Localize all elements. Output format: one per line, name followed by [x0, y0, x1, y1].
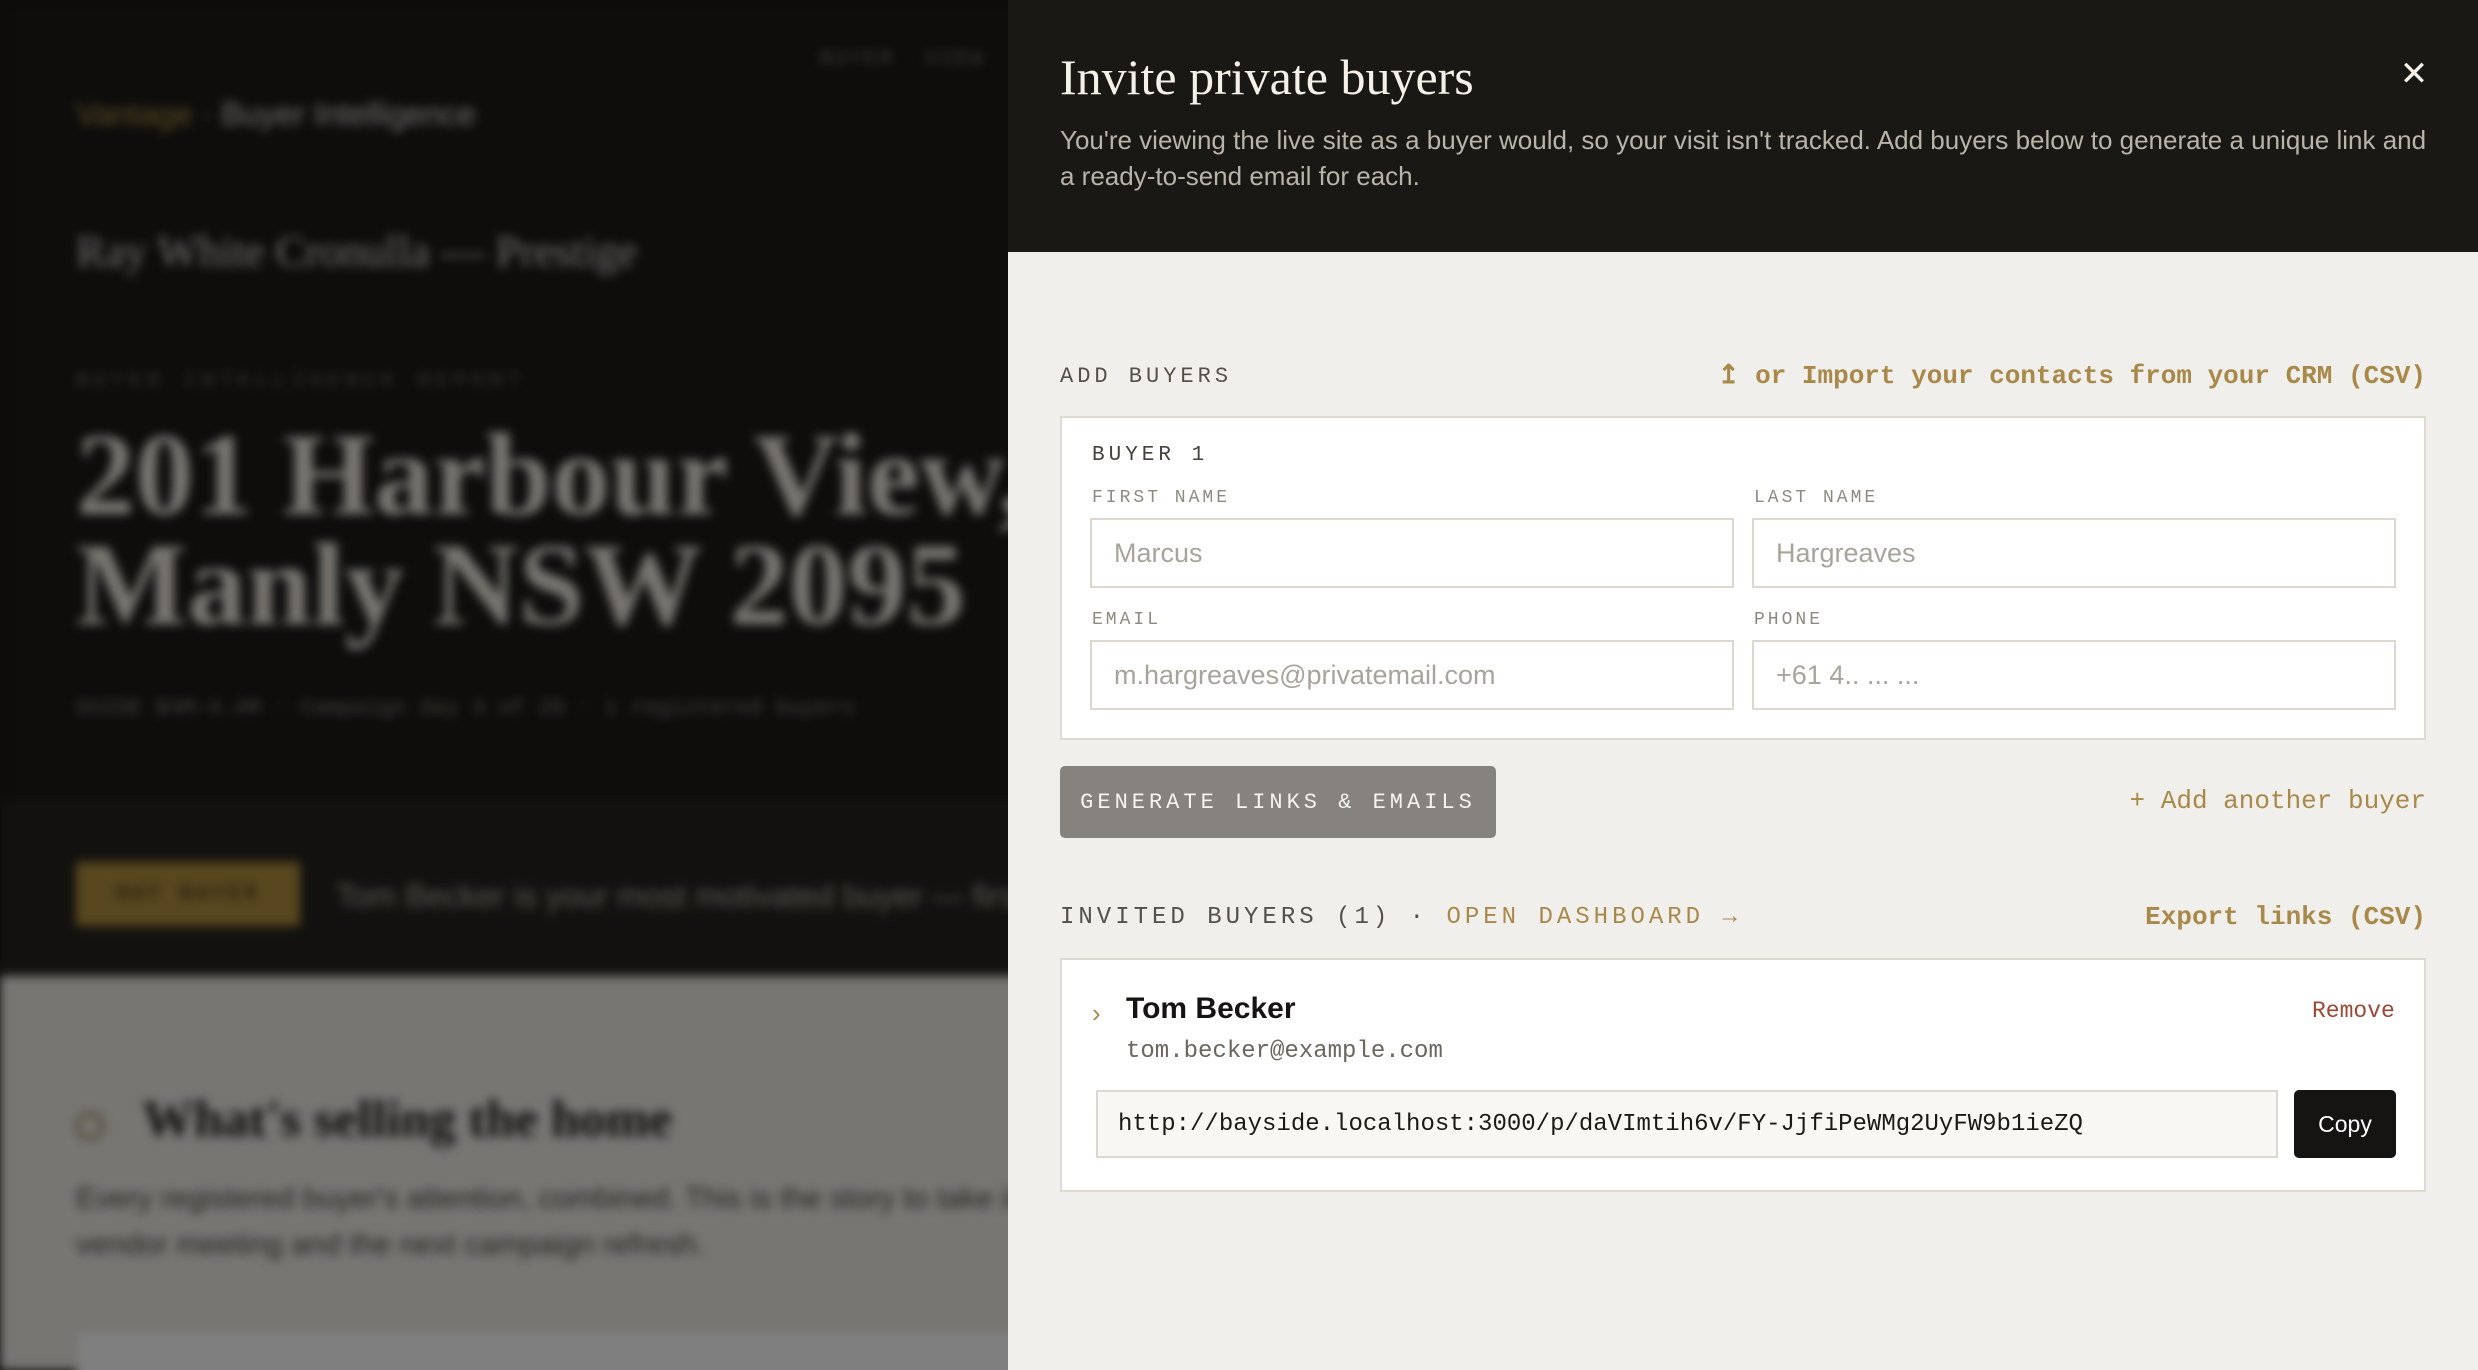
- invited-buyers-heading: INVITED BUYERS (1) · OPEN DASHBOARD →: [1060, 904, 1741, 931]
- email-field[interactable]: m.hargreaves@privatemail.com: [1090, 640, 1734, 710]
- buyer-form-card: BUYER 1 FIRST NAME Marcus LAST NAME Harg…: [1060, 416, 2426, 740]
- open-dashboard-link[interactable]: OPEN DASHBOARD →: [1446, 904, 1740, 931]
- first-name-label: FIRST NAME: [1092, 488, 1231, 508]
- buyer-link-field[interactable]: http://bayside.localhost:3000/p/daVImtih…: [1096, 1090, 2278, 1158]
- drawer-title: Invite private buyers: [1060, 49, 1474, 105]
- drawer-header: Invite private buyers ✕ You're viewing t…: [1008, 0, 2478, 252]
- phone-field[interactable]: +61 4.. ... ...: [1752, 640, 2396, 710]
- drawer-description: You're viewing the live site as a buyer …: [1060, 125, 2427, 191]
- chevron-right-icon[interactable]: ›: [1092, 998, 1101, 1029]
- last-name-field[interactable]: Hargreaves: [1752, 518, 2396, 588]
- last-name-label: LAST NAME: [1754, 488, 1879, 508]
- generate-links-button[interactable]: GENERATE LINKS & EMAILS: [1060, 766, 1496, 838]
- add-another-buyer-link[interactable]: + Add another buyer: [2130, 786, 2426, 816]
- import-csv-link[interactable]: ↥ or Import your contacts from your CRM …: [1718, 360, 2426, 391]
- phone-label: PHONE: [1754, 610, 1824, 630]
- invited-buyer-card: › Tom Becker tom.becker@example.com Remo…: [1060, 958, 2426, 1192]
- export-links-link[interactable]: Export links (CSV): [2145, 902, 2426, 932]
- invite-drawer: Invite private buyers ✕ You're viewing t…: [1008, 0, 2478, 1370]
- copy-link-button[interactable]: Copy: [2294, 1090, 2396, 1158]
- invited-buyer-name: Tom Becker: [1126, 992, 1296, 1025]
- invited-buyer-email: tom.becker@example.com: [1126, 1038, 1443, 1065]
- add-buyers-label: ADD BUYERS: [1060, 364, 1233, 389]
- email-label: EMAIL: [1092, 610, 1162, 630]
- buyer-form-title: BUYER 1: [1092, 444, 1209, 467]
- first-name-field[interactable]: Marcus: [1090, 518, 1734, 588]
- close-icon[interactable]: ✕: [2396, 55, 2432, 93]
- remove-buyer-button[interactable]: Remove: [2312, 998, 2395, 1024]
- invited-buyers-label: INVITED BUYERS (1) ·: [1060, 904, 1447, 931]
